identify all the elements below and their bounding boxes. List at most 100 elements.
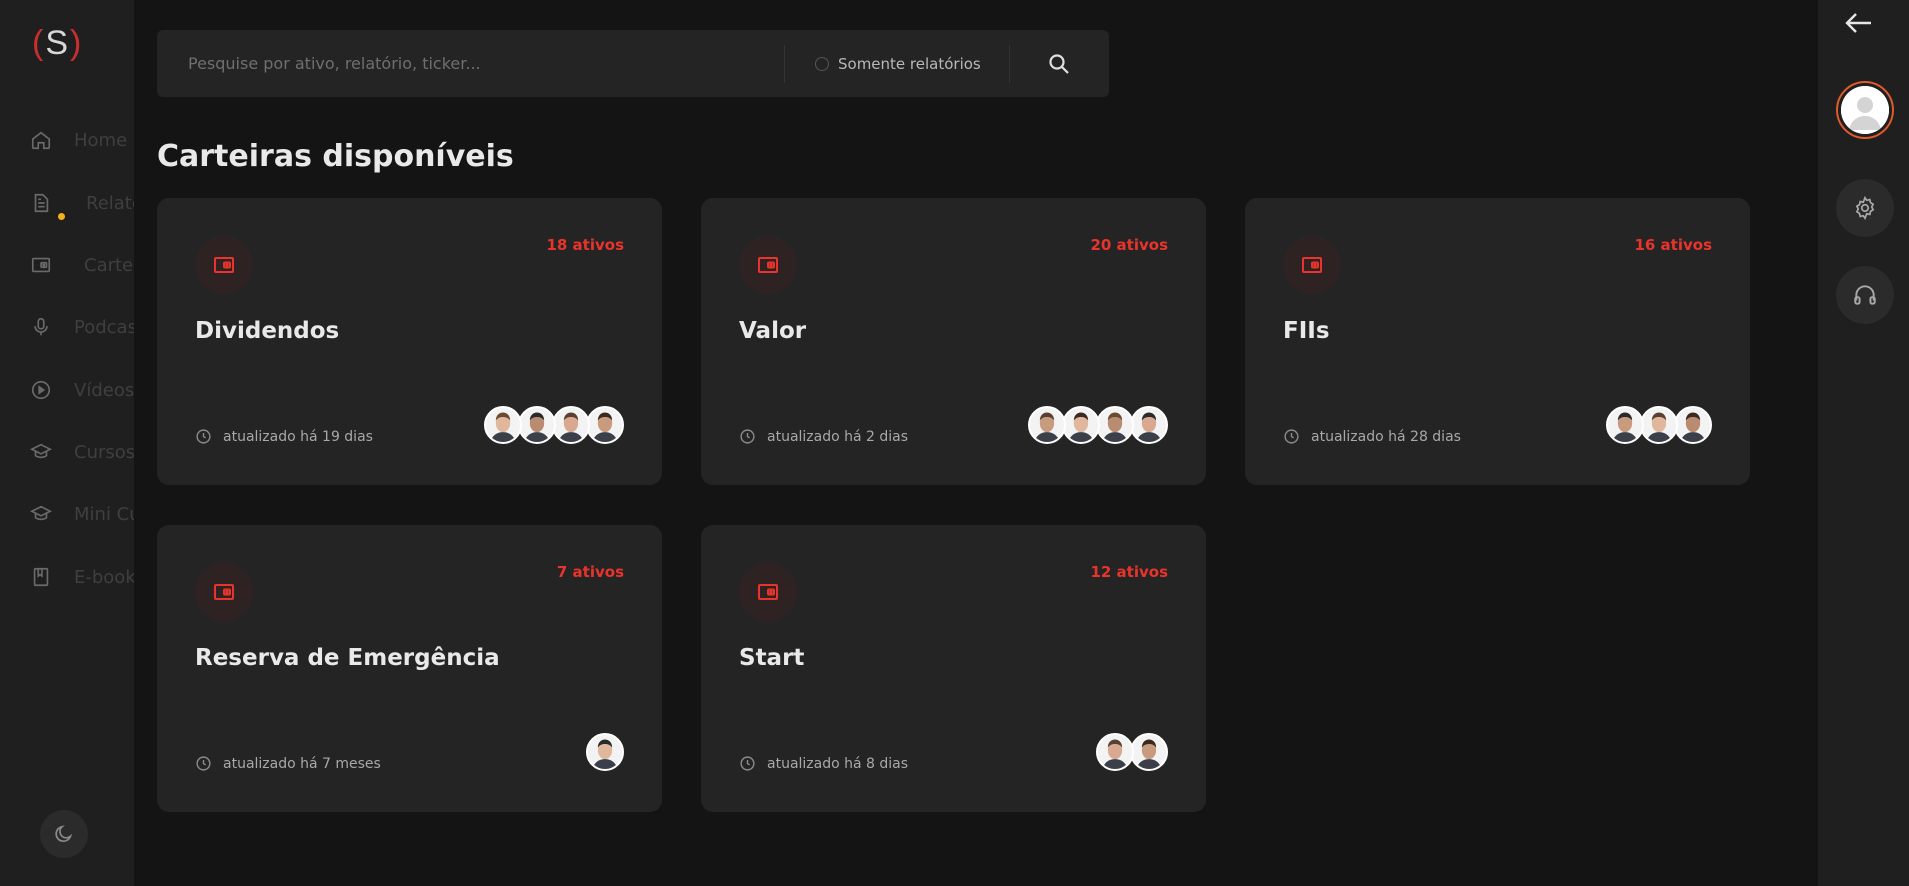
person-photo-icon	[588, 735, 622, 769]
person-photo-icon	[588, 408, 622, 442]
analyst-avatar	[586, 406, 624, 444]
analyst-avatar	[1640, 406, 1678, 444]
sidebar-item-videos[interactable]: Vídeos	[30, 374, 134, 406]
asset-count: 16 ativos	[1634, 236, 1712, 254]
sidebar-item-carteiras[interactable]: Carteiras	[30, 249, 134, 281]
home-icon	[31, 131, 51, 150]
sidebar-item-relatorios[interactable]: Relatórios	[30, 187, 134, 220]
wallet-icon	[31, 257, 51, 273]
analyst-avatar	[484, 406, 522, 444]
moon-icon	[55, 825, 73, 843]
asset-count: 20 ativos	[1090, 236, 1168, 254]
asset-count: 7 ativos	[556, 563, 624, 581]
sidebar-item-mini-cursos[interactable]: Mini Cursos	[30, 498, 134, 530]
portfolio-name: Dividendos	[195, 318, 340, 344]
graduation-cap-icon	[30, 505, 52, 521]
portfolio-card[interactable]: 12 ativos Start atualizado há 8 dias	[701, 525, 1206, 812]
wallet-icon	[214, 257, 234, 273]
portfolio-card[interactable]: 7 ativos Reserva de Emergência atualizad…	[157, 525, 662, 812]
person-photo-icon	[486, 408, 520, 442]
support-button[interactable]	[1836, 266, 1894, 324]
wallet-icon	[758, 584, 778, 600]
portfolio-name: Reserva de Emergência	[195, 645, 500, 671]
person-photo-icon	[1676, 408, 1710, 442]
person-photo-icon	[520, 408, 554, 442]
person-photo-icon	[1642, 408, 1676, 442]
clock-icon	[740, 756, 755, 771]
portfolio-name: FIIs	[1283, 318, 1330, 344]
analyst-avatars	[586, 733, 624, 771]
analyst-avatar	[1062, 406, 1100, 444]
person-photo-icon	[554, 408, 588, 442]
person-photo-icon	[1608, 408, 1642, 442]
portfolio-card[interactable]: 16 ativos FIIs atualizado há 28 dias	[1245, 198, 1750, 485]
search-input[interactable]	[186, 53, 784, 74]
sidebar-item-podcasts[interactable]: Podcasts	[30, 311, 134, 343]
theme-toggle-button[interactable]	[40, 810, 88, 858]
last-updated: atualizado há 2 dias	[739, 428, 908, 445]
sidebar-item-home[interactable]: Home	[30, 124, 134, 156]
person-photo-icon	[1030, 408, 1064, 442]
last-updated-text: atualizado há 7 meses	[223, 755, 381, 772]
analyst-avatars	[1028, 406, 1168, 444]
analyst-avatar	[1674, 406, 1712, 444]
sidebar-item-label: E-books	[74, 566, 134, 588]
analyst-avatar	[1130, 733, 1168, 771]
gear-icon	[1855, 195, 1875, 221]
sidebar-item-ebooks[interactable]: E-books	[30, 561, 134, 593]
user-avatar-button[interactable]	[1836, 81, 1894, 139]
asset-count: 12 ativos	[1090, 563, 1168, 581]
headphones-icon	[1854, 285, 1876, 305]
play-icon	[31, 380, 51, 400]
analyst-avatar	[586, 733, 624, 771]
last-updated-text: atualizado há 2 dias	[767, 428, 909, 445]
only-reports-label: Somente relatórios	[838, 54, 981, 73]
last-updated-text: atualizado há 19 dias	[223, 428, 373, 445]
analyst-avatars	[1096, 733, 1168, 771]
search-bar: Somente relatórios	[157, 30, 1109, 97]
analyst-avatar	[1028, 406, 1066, 444]
arrow-left-icon	[1845, 13, 1871, 33]
analyst-avatar	[1606, 406, 1644, 444]
analyst-avatars	[484, 406, 624, 444]
portfolio-card[interactable]: 18 ativos Dividendos atualizado há 19 di…	[157, 198, 662, 485]
book-icon	[33, 567, 49, 587]
portfolio-card[interactable]: 20 ativos Valor atualizado há 2 dias	[701, 198, 1206, 485]
last-updated: atualizado há 28 dias	[1283, 428, 1461, 445]
last-updated-text: atualizado há 28 dias	[1311, 428, 1461, 445]
portfolio-name: Valor	[739, 318, 807, 344]
last-updated: atualizado há 8 dias	[739, 755, 908, 772]
user-icon	[1841, 86, 1889, 134]
wallet-icon-badge	[739, 236, 797, 294]
analyst-avatar	[518, 406, 556, 444]
search-button[interactable]	[1010, 30, 1109, 97]
back-button[interactable]	[1843, 10, 1875, 36]
last-updated: atualizado há 19 dias	[195, 428, 373, 445]
only-reports-toggle[interactable]: Somente relatórios	[785, 55, 1009, 73]
last-updated-text: atualizado há 8 dias	[767, 755, 909, 772]
sidebar-item-label: Vídeos	[74, 379, 134, 401]
settings-button[interactable]	[1836, 179, 1894, 237]
sidebar-item-label: Home	[74, 129, 128, 151]
wallet-icon-badge	[739, 563, 797, 621]
wallet-icon-badge	[195, 563, 253, 621]
notification-dot	[58, 213, 65, 220]
sidebar: (S) Home Relatórios Carteiras Podcasts V…	[0, 0, 134, 886]
analyst-avatar	[1130, 406, 1168, 444]
person-photo-icon	[1132, 408, 1166, 442]
sidebar-item-label: Mini Cursos	[74, 503, 134, 525]
wallet-icon	[758, 257, 778, 273]
last-updated: atualizado há 7 meses	[195, 755, 381, 772]
clock-icon	[740, 429, 755, 444]
brand-logo[interactable]: (S)	[32, 24, 83, 63]
sidebar-item-label: Relatórios	[86, 192, 134, 214]
wallet-icon-badge	[195, 236, 253, 294]
page-title: Carteiras disponíveis	[157, 139, 514, 174]
wallet-icon	[1302, 257, 1322, 273]
search-icon	[1049, 53, 1070, 74]
wallet-icon	[214, 584, 234, 600]
only-reports-radio[interactable]	[815, 56, 829, 71]
analyst-avatar	[552, 406, 590, 444]
clock-icon	[196, 756, 211, 771]
sidebar-item-cursos[interactable]: Cursos	[30, 436, 134, 468]
